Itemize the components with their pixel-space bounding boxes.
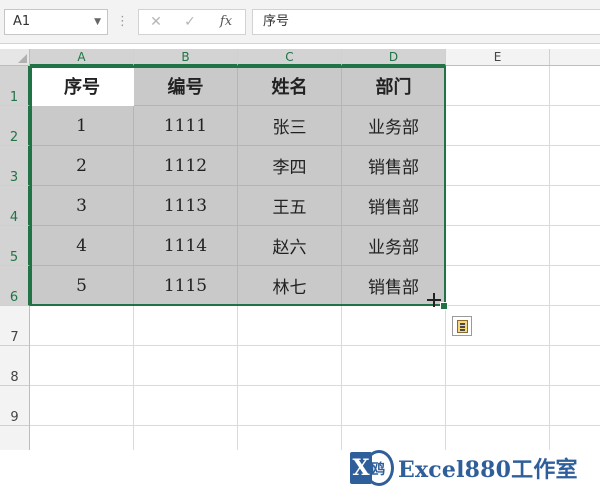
row-header-8[interactable]: 8 <box>0 346 29 386</box>
cell-c5[interactable]: 赵六 <box>238 226 342 266</box>
enter-icon[interactable]: ✓ <box>175 10 205 34</box>
cell-b4[interactable]: 1113 <box>134 186 238 226</box>
column-header-f[interactable] <box>550 49 600 65</box>
cancel-icon[interactable]: ✕ <box>141 10 171 34</box>
row-header-4[interactable]: 4 <box>0 186 30 226</box>
row-header-3[interactable]: 3 <box>0 146 30 186</box>
column-header-e[interactable]: E <box>446 49 550 65</box>
select-all-triangle-icon <box>18 54 27 63</box>
cell-a1[interactable]: 序号 <box>30 66 134 106</box>
cell-c6[interactable]: 林七 <box>238 266 342 306</box>
cell-b6[interactable]: 1115 <box>134 266 238 306</box>
cell-d4[interactable]: 销售部 <box>342 186 446 226</box>
row-header-2[interactable]: 2 <box>0 106 30 146</box>
cell-a3[interactable]: 2 <box>30 146 134 186</box>
spreadsheet-grid: A B C D E 1 2 3 4 5 6 7 8 9 序号 编号 姓名 部门 … <box>0 44 600 486</box>
column-header-a[interactable]: A <box>30 49 134 66</box>
cell-a2[interactable]: 1 <box>30 106 134 146</box>
formula-bar-separator-icon: ⋮ <box>116 14 129 29</box>
chevron-down-icon[interactable]: ▼ <box>94 10 101 34</box>
name-box[interactable]: A1 ▼ <box>4 9 108 35</box>
row-header-10[interactable] <box>0 426 29 450</box>
insert-function-icon[interactable]: fx <box>211 10 241 34</box>
row-header-1[interactable]: 1 <box>0 66 30 106</box>
cell-d2[interactable]: 业务部 <box>342 106 446 146</box>
watermark: 鸥 X Excel880工作室 <box>350 446 600 490</box>
crosshair-cursor-icon <box>427 293 441 307</box>
cell-b3[interactable]: 1112 <box>134 146 238 186</box>
cell-area: 序号 编号 姓名 部门 1 1111 张三 业务部 2 1112 李四 销售部 … <box>30 66 600 450</box>
row-header-6[interactable]: 6 <box>0 266 30 306</box>
cell-c2[interactable]: 张三 <box>238 106 342 146</box>
row-header-9[interactable]: 9 <box>0 386 29 426</box>
watermark-logo-x: X <box>350 452 372 484</box>
name-box-value: A1 <box>13 14 31 29</box>
formula-buttons: ✕ ✓ fx <box>138 9 246 35</box>
column-header-b[interactable]: B <box>134 49 238 66</box>
formula-bar: A1 ▼ ⋮ ✕ ✓ fx 序号 <box>0 0 600 44</box>
column-headers: A B C D E <box>30 49 600 66</box>
cell-c3[interactable]: 李四 <box>238 146 342 186</box>
fill-handle[interactable] <box>440 302 448 310</box>
cell-d5[interactable]: 业务部 <box>342 226 446 266</box>
cell-b1[interactable]: 编号 <box>134 66 238 106</box>
paste-options-button[interactable] <box>452 316 472 336</box>
row-header-7[interactable]: 7 <box>0 306 29 346</box>
cell-c1[interactable]: 姓名 <box>238 66 342 106</box>
cell-d1[interactable]: 部门 <box>342 66 446 106</box>
cell-a5[interactable]: 4 <box>30 226 134 266</box>
cell-a6[interactable]: 5 <box>30 266 134 306</box>
cell-d3[interactable]: 销售部 <box>342 146 446 186</box>
column-header-c[interactable]: C <box>238 49 342 66</box>
cell-b2[interactable]: 1111 <box>134 106 238 146</box>
clipboard-icon <box>457 320 468 333</box>
column-header-d[interactable]: D <box>342 49 446 66</box>
watermark-text: Excel880工作室 <box>398 457 578 483</box>
cell-c4[interactable]: 王五 <box>238 186 342 226</box>
formula-input[interactable]: 序号 <box>252 9 600 35</box>
watermark-logo-icon: 鸥 X <box>350 448 396 488</box>
cell-a4[interactable]: 3 <box>30 186 134 226</box>
select-all-button[interactable] <box>0 49 30 66</box>
row-header-5[interactable]: 5 <box>0 226 30 266</box>
row-headers: 1 2 3 4 5 6 7 8 9 <box>0 66 30 450</box>
cell-b5[interactable]: 1114 <box>134 226 238 266</box>
